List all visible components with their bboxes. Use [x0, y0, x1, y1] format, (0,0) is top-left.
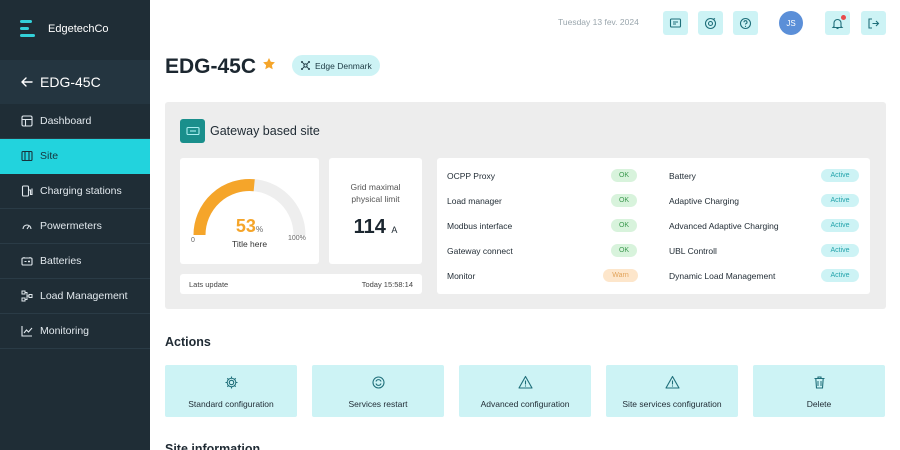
- favorite-star-icon[interactable]: [262, 57, 276, 71]
- sidebar-item-label: Dashboard: [40, 115, 92, 127]
- powermeter-icon: [20, 219, 34, 233]
- page-title: EDG-45C: [165, 55, 257, 78]
- arrow-left-icon: [21, 77, 33, 87]
- user-avatar[interactable]: JS: [779, 11, 803, 35]
- action-label: Advanced configuration: [480, 399, 570, 409]
- site-badge[interactable]: Edge Denmark: [292, 55, 380, 76]
- service-row: Gateway connect: [447, 246, 513, 256]
- site-badge-label: Edge Denmark: [315, 60, 372, 71]
- help-icon: [739, 17, 752, 29]
- status-badge: Active: [821, 244, 859, 257]
- status-badge: Warn: [603, 269, 638, 282]
- services-restart-button[interactable]: Services restart: [312, 365, 444, 417]
- support-icon: [704, 17, 717, 29]
- back-button[interactable]: EDG-45C: [0, 60, 150, 104]
- service-row: Monitor: [447, 271, 476, 281]
- warning-icon: [664, 375, 680, 389]
- sidebar-item-batteries[interactable]: Batteries: [0, 244, 150, 279]
- action-label: Site services configuration: [622, 399, 722, 409]
- monitoring-icon: [20, 324, 34, 338]
- logout-button[interactable]: [861, 11, 886, 35]
- service-row: Modbus interface: [447, 221, 513, 231]
- status-badge: Active: [821, 269, 859, 282]
- status-badge: OK: [611, 169, 637, 182]
- gateway-icon: [180, 119, 205, 143]
- trash-icon: [814, 376, 824, 389]
- help-button[interactable]: [733, 11, 758, 35]
- sidebar-item-site[interactable]: Site: [0, 139, 150, 174]
- sidebar-item-load-management[interactable]: Load Management: [0, 279, 150, 314]
- restart-icon: [371, 376, 385, 389]
- status-badge: OK: [611, 194, 637, 207]
- gauge-min-label: 0: [191, 237, 195, 244]
- dashboard-icon: [20, 114, 34, 128]
- battery-icon: [20, 254, 34, 268]
- gauge-max-label: 100%: [288, 235, 306, 242]
- gateway-title: Gateway based site: [210, 124, 320, 138]
- gauge-value: 53%: [235, 216, 264, 236]
- feature-row: UBL Controll: [669, 246, 717, 256]
- status-badge: OK: [611, 244, 637, 257]
- notifications-button[interactable]: [825, 11, 850, 35]
- sidebar-nav: Dashboard Site Charging stations Powerme…: [0, 104, 150, 349]
- brand[interactable]: EdgetechCo: [20, 16, 109, 42]
- status-badge: OK: [611, 219, 637, 232]
- load-icon: [20, 289, 34, 303]
- grid-limit-card: Grid maximal physical limit 114 A: [329, 158, 422, 264]
- sidebar-item-label: Batteries: [40, 255, 82, 267]
- sidebar-item-powermeters[interactable]: Powermeters: [0, 209, 150, 244]
- last-update-value: Today 15:58:14: [361, 279, 413, 289]
- action-label: Services restart: [348, 399, 408, 409]
- sidebar-item-charging-stations[interactable]: Charging stations: [0, 174, 150, 209]
- services-status-card: OCPP Proxy OK Load manager OK Modbus int…: [437, 158, 870, 294]
- status-badge: Active: [821, 194, 859, 207]
- brand-logo-icon: [20, 18, 38, 40]
- sidebar-item-dashboard[interactable]: Dashboard: [0, 104, 150, 139]
- last-update-label: Lats update: [189, 279, 229, 289]
- sidebar-item-monitoring[interactable]: Monitoring: [0, 314, 150, 349]
- messages-button[interactable]: [663, 11, 688, 35]
- site-code-title: EDG-45C: [40, 74, 101, 90]
- action-label: Delete: [806, 399, 832, 409]
- sidebar-item-label: Charging stations: [40, 185, 122, 197]
- status-badge: Active: [821, 169, 859, 182]
- delete-button[interactable]: Delete: [753, 365, 885, 417]
- gear-icon: [225, 376, 237, 389]
- action-label: Standard configuration: [188, 399, 274, 409]
- feature-row: Battery: [669, 171, 696, 181]
- grid-limit-label: Grid maximal physical limit: [350, 182, 401, 204]
- support-button[interactable]: [698, 11, 723, 35]
- grid-limit-value: 114 A: [353, 216, 398, 238]
- logout-icon: [868, 17, 880, 29]
- header-date: Tuesday 13 fev. 2024: [558, 17, 639, 27]
- sidebar-item-label: Site: [40, 150, 59, 162]
- sidebar: EdgetechCo EDG-45C Dashboard Site Chargi…: [0, 0, 150, 450]
- sidebar-item-label: Monitoring: [40, 325, 90, 337]
- last-update-bar: Lats update Today 15:58:14: [180, 274, 422, 294]
- status-badge: Active: [821, 219, 859, 232]
- site-icon: [20, 149, 34, 163]
- service-row: Load manager: [447, 196, 502, 206]
- brand-name: EdgetechCo: [48, 23, 109, 35]
- sidebar-item-label: Load Management: [40, 290, 128, 302]
- site-services-configuration-button[interactable]: Site services configuration: [606, 365, 738, 417]
- feature-row: Dynamic Load Management: [669, 271, 776, 281]
- site-information-title: Site information: [165, 442, 261, 450]
- standard-configuration-button[interactable]: Standard configuration: [165, 365, 297, 417]
- service-row: OCPP Proxy: [447, 171, 496, 181]
- actions-title: Actions: [165, 335, 211, 349]
- warning-icon: [517, 375, 533, 389]
- network-icon: [301, 61, 310, 70]
- feature-row: Adaptive Charging: [669, 196, 739, 206]
- gateway-panel: Gateway based site 53% Title here 0 100%…: [165, 102, 886, 309]
- notification-dot: [841, 15, 846, 20]
- sidebar-item-label: Powermeters: [40, 220, 102, 232]
- advanced-configuration-button[interactable]: Advanced configuration: [459, 365, 591, 417]
- message-icon: [669, 17, 682, 28]
- feature-row: Advanced Adaptive Charging: [669, 221, 779, 231]
- charging-icon: [20, 184, 34, 198]
- gauge-card: 53% Title here 0 100%: [180, 158, 319, 264]
